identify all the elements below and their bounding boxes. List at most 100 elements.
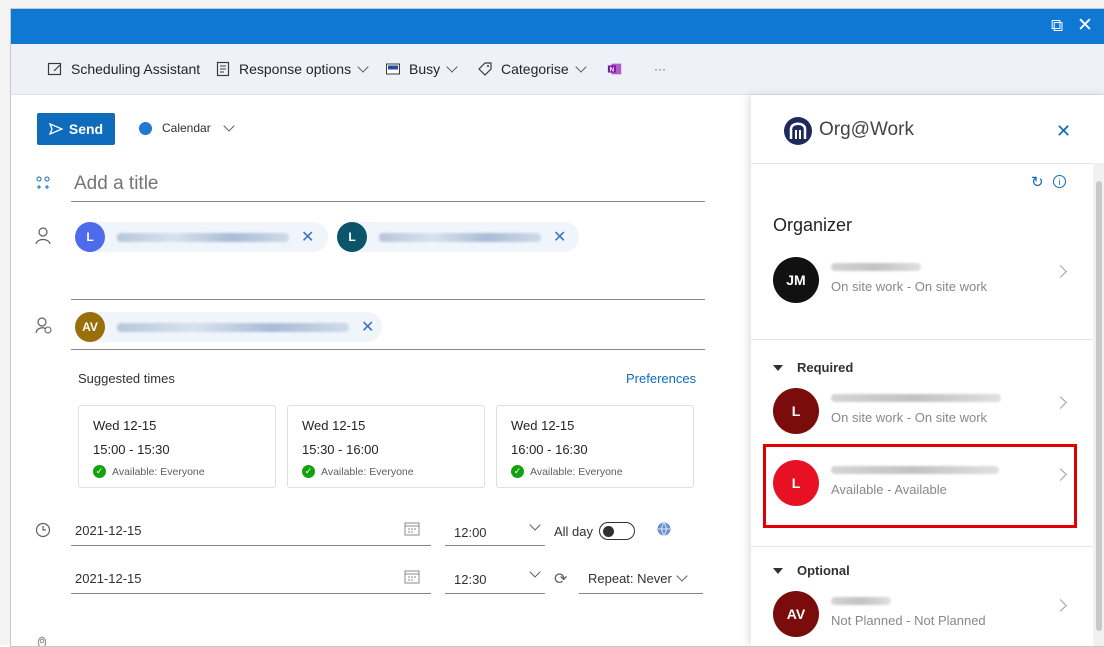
end-date-field[interactable]: 2021-12-15	[75, 571, 142, 586]
attendee-name-redacted	[117, 322, 349, 332]
chevron-down-icon	[676, 570, 688, 582]
start-date-underline	[71, 545, 431, 546]
end-time-field[interactable]: 12:30	[454, 572, 487, 587]
title-underline	[71, 201, 705, 202]
suggestion-availability: ✓ Available: Everyone	[302, 465, 414, 478]
optional-person-row[interactable]: AV Not Planned - Not Planned	[773, 583, 1093, 643]
timezone-globe-icon[interactable]	[656, 521, 672, 542]
optional-attendees-underline	[71, 349, 705, 350]
suggested-times-label: Suggested times	[78, 371, 175, 386]
start-date-field[interactable]: 2021-12-15	[75, 523, 142, 538]
required-group-header[interactable]: Required	[773, 360, 853, 375]
all-day-label: All day	[554, 523, 594, 539]
send-icon	[48, 123, 63, 135]
suggested-time-card[interactable]: Wed 12-15 16:00 - 16:30 ✓ Available: Ever…	[496, 405, 694, 488]
chevron-down-icon	[575, 60, 587, 73]
org-at-work-logo-icon	[784, 117, 812, 145]
send-button[interactable]: Send	[37, 113, 115, 145]
avatar: JM	[773, 257, 819, 303]
close-icon[interactable]: ✕	[1077, 16, 1093, 35]
end-time-underline	[445, 593, 545, 594]
title-fields-icon	[35, 175, 51, 198]
highlight-box	[763, 444, 1077, 528]
check-icon: ✓	[302, 465, 315, 478]
scheduling-assistant-button[interactable]: Scheduling Assistant	[47, 58, 200, 80]
remove-attendee-icon[interactable]: ✕	[553, 227, 566, 247]
chevron-down-icon[interactable]	[529, 566, 541, 578]
required-attendees-underline	[71, 299, 705, 300]
required-person-row[interactable]: L On site work - On site work	[773, 380, 1093, 440]
repeat-icon: ⟳	[554, 571, 568, 588]
remove-attendee-icon[interactable]: ✕	[301, 227, 314, 247]
calendar-picker-icon[interactable]	[404, 569, 420, 589]
suggestion-time: 16:00 - 16:30	[511, 442, 588, 457]
busy-label: Busy	[409, 61, 441, 77]
calendar-selector[interactable]: Calendar	[139, 119, 235, 135]
required-attendee-chip[interactable]: L ✕	[337, 222, 579, 252]
avatar: AV	[75, 312, 105, 342]
suggestion-availability: ✓ Available: Everyone	[511, 465, 623, 478]
repeat-dropdown[interactable]: Repeat: Never	[588, 570, 688, 586]
optional-group-header[interactable]: Optional	[773, 563, 850, 578]
popout-icon[interactable]: ⧉	[1051, 17, 1063, 35]
onenote-button[interactable]: N	[607, 58, 631, 80]
suggestion-time: 15:30 - 16:00	[302, 442, 379, 457]
required-heading: Required	[797, 360, 854, 375]
person-status: Not Planned - Not Planned	[831, 613, 986, 628]
caret-down-icon	[773, 567, 783, 574]
title-input[interactable]	[74, 171, 704, 197]
all-day-toggle[interactable]	[599, 522, 636, 540]
check-icon: ✓	[93, 465, 106, 478]
busy-icon	[385, 61, 401, 77]
optional-attendee-chip[interactable]: AV ✕	[75, 312, 382, 342]
panel-scrollbar[interactable]	[1093, 163, 1104, 646]
response-options-label: Response options	[239, 61, 352, 77]
person-status: On site work - On site work	[831, 279, 988, 294]
close-panel-icon[interactable]: ✕	[1056, 121, 1071, 142]
avatar: L	[773, 388, 819, 434]
all-day-toggle-row[interactable]: All day	[554, 522, 636, 540]
suggested-time-card[interactable]: Wed 12-15 15:30 - 16:00 ✓ Available: Ever…	[287, 405, 485, 488]
chevron-down-icon[interactable]	[529, 519, 541, 531]
person-name-redacted	[831, 263, 921, 271]
suggested-time-card[interactable]: Wed 12-15 15:00 - 15:30 ✓ Available: Ever…	[78, 405, 276, 488]
caret-down-icon	[773, 364, 783, 371]
onenote-icon: N	[607, 61, 623, 77]
required-attendees-icon	[35, 227, 51, 250]
required-attendee-chip[interactable]: L ✕	[75, 222, 328, 252]
busy-button[interactable]: Busy	[385, 58, 458, 80]
categorise-button[interactable]: Categorise	[477, 58, 587, 80]
scheduling-assistant-label: Scheduling Assistant	[71, 61, 201, 77]
preferences-link[interactable]: Preferences	[626, 371, 696, 386]
remove-attendee-icon[interactable]: ✕	[361, 317, 374, 337]
more-options-button[interactable]: ···	[654, 58, 666, 80]
response-options-button[interactable]: Response options	[215, 58, 369, 80]
scrollbar-thumb[interactable]	[1096, 181, 1102, 631]
suggestion-availability: ✓ Available: Everyone	[93, 465, 205, 478]
start-time-field[interactable]: 12:00	[454, 525, 487, 540]
chevron-right-icon	[1054, 599, 1067, 612]
start-time-underline	[445, 545, 545, 546]
response-options-icon	[215, 61, 231, 77]
repeat-label: Repeat: Never	[588, 571, 672, 586]
scheduling-icon	[47, 61, 63, 77]
end-date-underline	[71, 593, 431, 594]
chevron-right-icon	[1054, 396, 1067, 409]
panel-header: Org@Work ✕	[751, 95, 1104, 164]
calendar-label: Calendar	[162, 121, 211, 135]
check-icon: ✓	[511, 465, 524, 478]
person-status: On site work - On site work	[831, 410, 988, 425]
optional-section: Optional AV Not Planned - Not Planned	[751, 547, 1093, 646]
suggestion-time: 15:00 - 15:30	[93, 442, 170, 457]
organizer-row[interactable]: JM On site work - On site work	[773, 249, 1093, 309]
avatar: AV	[773, 591, 819, 637]
suggestion-date: Wed 12-15	[302, 418, 366, 433]
person-name-redacted	[831, 597, 891, 605]
avatar: L	[75, 222, 105, 252]
repeat-underline	[579, 593, 703, 594]
send-label: Send	[68, 121, 104, 137]
availability-text: Available: Everyone	[112, 465, 205, 478]
calendar-picker-icon[interactable]	[404, 521, 420, 541]
chevron-down-icon	[357, 60, 369, 73]
calendar-color-dot	[139, 121, 152, 135]
